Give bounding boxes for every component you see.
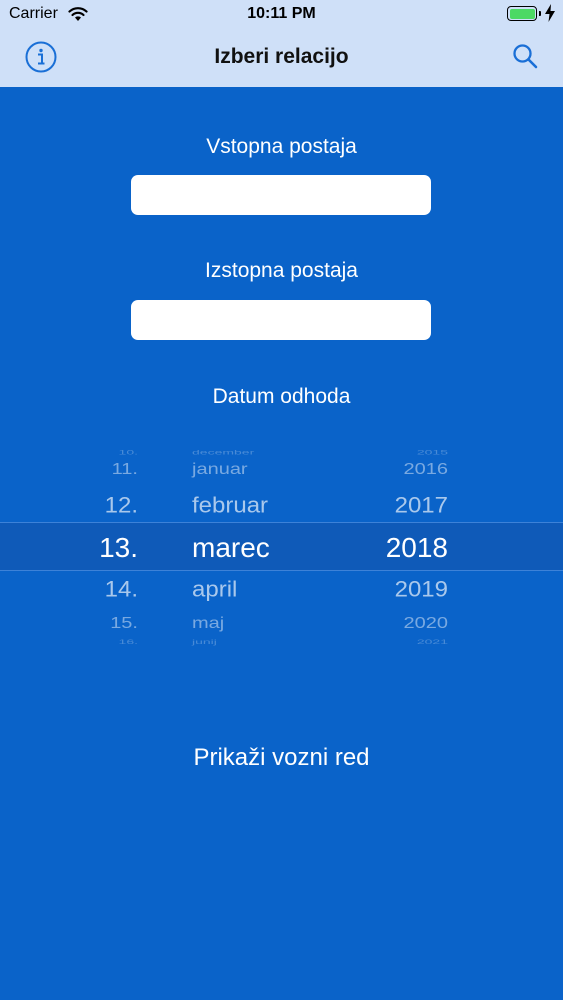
month-option[interactable]: januar — [192, 461, 342, 479]
month-option[interactable]: junij — [192, 638, 342, 645]
selected-year[interactable]: 2018 — [350, 532, 448, 564]
month-option[interactable]: februar — [192, 493, 342, 519]
day-wheel[interactable]: 10. 11. 12. 13. 14. 15. 16. — [70, 440, 138, 655]
year-wheel[interactable]: 2015 2016 2017 2018 2019 2020 2021 — [350, 440, 448, 655]
departure-date-label: Datum odhoda — [212, 385, 351, 408]
year-option[interactable]: 2015 — [350, 449, 448, 456]
status-bar: Carrier 10:11 PM — [0, 0, 563, 28]
selected-day[interactable]: 13. — [70, 532, 138, 564]
battery-icon — [507, 6, 537, 21]
departure-station-input[interactable] — [131, 175, 431, 215]
arrival-station-input[interactable] — [131, 300, 431, 340]
show-timetable-button[interactable]: Prikaži vozni red — [0, 740, 563, 776]
year-option[interactable]: 2021 — [350, 638, 448, 645]
day-option[interactable]: 12. — [70, 493, 138, 519]
nav-bar: Izberi relacijo — [0, 28, 563, 87]
status-time: 10:11 PM — [247, 5, 316, 22]
year-option[interactable]: 2020 — [350, 615, 449, 633]
year-option[interactable]: 2016 — [350, 461, 449, 479]
year-option[interactable]: 2019 — [350, 577, 448, 603]
search-icon[interactable] — [512, 43, 538, 69]
date-picker[interactable]: 10. 11. 12. 13. 14. 15. 16. december jan… — [0, 440, 563, 655]
page-title: Izberi relacijo — [214, 45, 349, 68]
day-option[interactable]: 15. — [70, 615, 138, 633]
month-wheel[interactable]: december januar februar marec april maj … — [192, 440, 342, 655]
arrival-station-label: Izstopna postaja — [205, 259, 358, 282]
battery-cap — [539, 11, 541, 16]
month-option[interactable]: maj — [192, 615, 342, 633]
bolt-icon — [545, 4, 555, 22]
month-option[interactable]: april — [192, 577, 342, 603]
day-option[interactable]: 10. — [70, 449, 138, 456]
day-option[interactable]: 11. — [70, 461, 138, 479]
month-option[interactable]: december — [192, 449, 342, 456]
selected-month[interactable]: marec — [192, 532, 342, 564]
day-option[interactable]: 14. — [70, 577, 138, 603]
day-option[interactable]: 16. — [70, 638, 138, 645]
departure-station-label: Vstopna postaja — [206, 135, 357, 158]
year-option[interactable]: 2017 — [350, 493, 448, 519]
